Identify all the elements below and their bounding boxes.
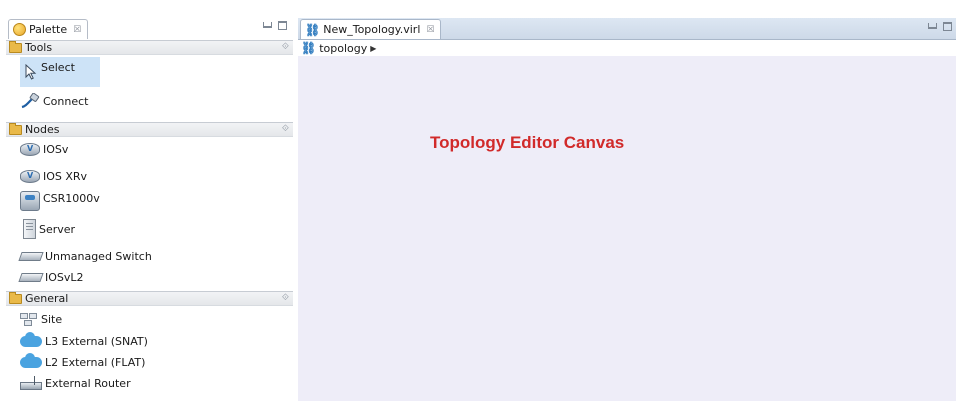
palette-tab[interactable]: Palette ☒ [8,19,89,39]
router-icon [20,142,40,156]
external-router-icon [20,376,42,390]
editor-tab-label: New_Topology.virl [323,23,421,36]
palette-item-select[interactable]: Select [20,57,100,87]
palette-view-controls [263,21,287,30]
maximize-icon[interactable] [278,21,287,30]
pin-icon[interactable]: ⟐ [282,42,289,52]
breadcrumb-arrow-icon[interactable]: ▶ [370,44,376,53]
palette-item-label: Server [39,222,76,236]
drawer-nodes-header[interactable]: Nodes ⟐ [6,122,293,137]
drawer-tools-header[interactable]: Tools ⟐ [6,40,293,55]
folder-open-icon [9,40,22,53]
canvas-caption: Topology Editor Canvas [430,133,625,152]
editor-canvas[interactable]: Topology Editor Canvas [298,56,956,401]
site-icon [20,313,38,326]
drawer-nodes-title: Nodes [25,123,60,136]
palette-item-ios-xrv[interactable]: IOS XRv [20,167,87,185]
palette-item-l3-external[interactable]: L3 External (SNAT) [20,332,148,350]
cloud-icon [20,332,42,347]
palette-item-site[interactable]: Site [20,311,62,328]
palette-item-label: CSR1000v [43,191,100,205]
drawer-general-header[interactable]: General ⟐ [6,291,293,306]
palette-tab-label: Palette [29,23,68,36]
palette-item-l2-external[interactable]: L2 External (FLAT) [20,353,146,371]
palette-icon [13,23,26,36]
palette-item-label: External Router [45,376,131,390]
palette-item-label: Unmanaged Switch [45,249,152,263]
editor-tab-close-icon[interactable]: ☒ [426,25,434,35]
breadcrumb-topology[interactable]: topology [319,42,367,55]
palette-item-label: Site [41,313,63,326]
folder-open-icon [9,122,22,135]
drawer-tools-title: Tools [25,41,53,54]
folder-open-icon [9,291,22,304]
palette-item-label: IOS XRv [43,169,88,183]
palette-item-connect[interactable]: Connect [20,90,88,112]
csr-router-icon [20,191,40,211]
palette-item-unmanaged-switch[interactable]: Unmanaged Switch [18,247,152,265]
palette-item-external-router[interactable]: External Router [20,373,131,393]
palette-item-label: L2 External (FLAT) [45,356,146,369]
palette-item-label: Select [41,60,75,74]
palette-item-label: L3 External (SNAT) [45,335,148,348]
palette-item-iosvl2[interactable]: IOSvL2 [18,268,84,286]
router-xr-icon [20,169,40,183]
pin-icon[interactable]: ⟐ [282,124,289,134]
palette-tab-close-icon[interactable]: ☒ [73,25,81,35]
topology-icon: ⛓ [301,41,317,55]
editor-view-controls [928,22,952,31]
editor-tab[interactable]: ⛓ New_Topology.virl ☒ [300,19,442,39]
minimize-icon[interactable] [928,23,937,29]
l2-switch-icon [18,272,44,282]
server-icon [23,219,36,239]
cloud-icon [20,353,42,368]
palette-item-server[interactable]: Server [23,217,75,241]
palette-tabbar: Palette ☒ [6,18,293,40]
pin-icon[interactable]: ⟐ [282,293,289,303]
cursor-icon [25,64,37,80]
palette-item-label: IOSv [43,142,69,156]
switch-icon [18,251,44,261]
drawer-general-title: General [25,292,69,305]
palette-view: Palette ☒ Tools ⟐ Select Connect Nodes ⟐… [6,18,293,401]
connect-cable-icon [21,93,40,109]
breadcrumb: ⛓ topology ▶ [298,40,956,56]
palette-item-csr1000v[interactable]: CSR1000v [20,190,100,212]
topology-editor: ⛓ New_Topology.virl ☒ ⛓ topology ▶ Topol… [298,18,956,401]
topology-icon: ⛓ [305,22,321,37]
palette-item-iosv[interactable]: IOSv [20,140,68,158]
editor-tabbar: ⛓ New_Topology.virl ☒ [298,18,956,40]
maximize-icon[interactable] [943,22,952,31]
palette-item-label: IOSvL2 [45,270,84,284]
palette-item-label: Connect [43,94,89,108]
minimize-icon[interactable] [263,22,272,28]
